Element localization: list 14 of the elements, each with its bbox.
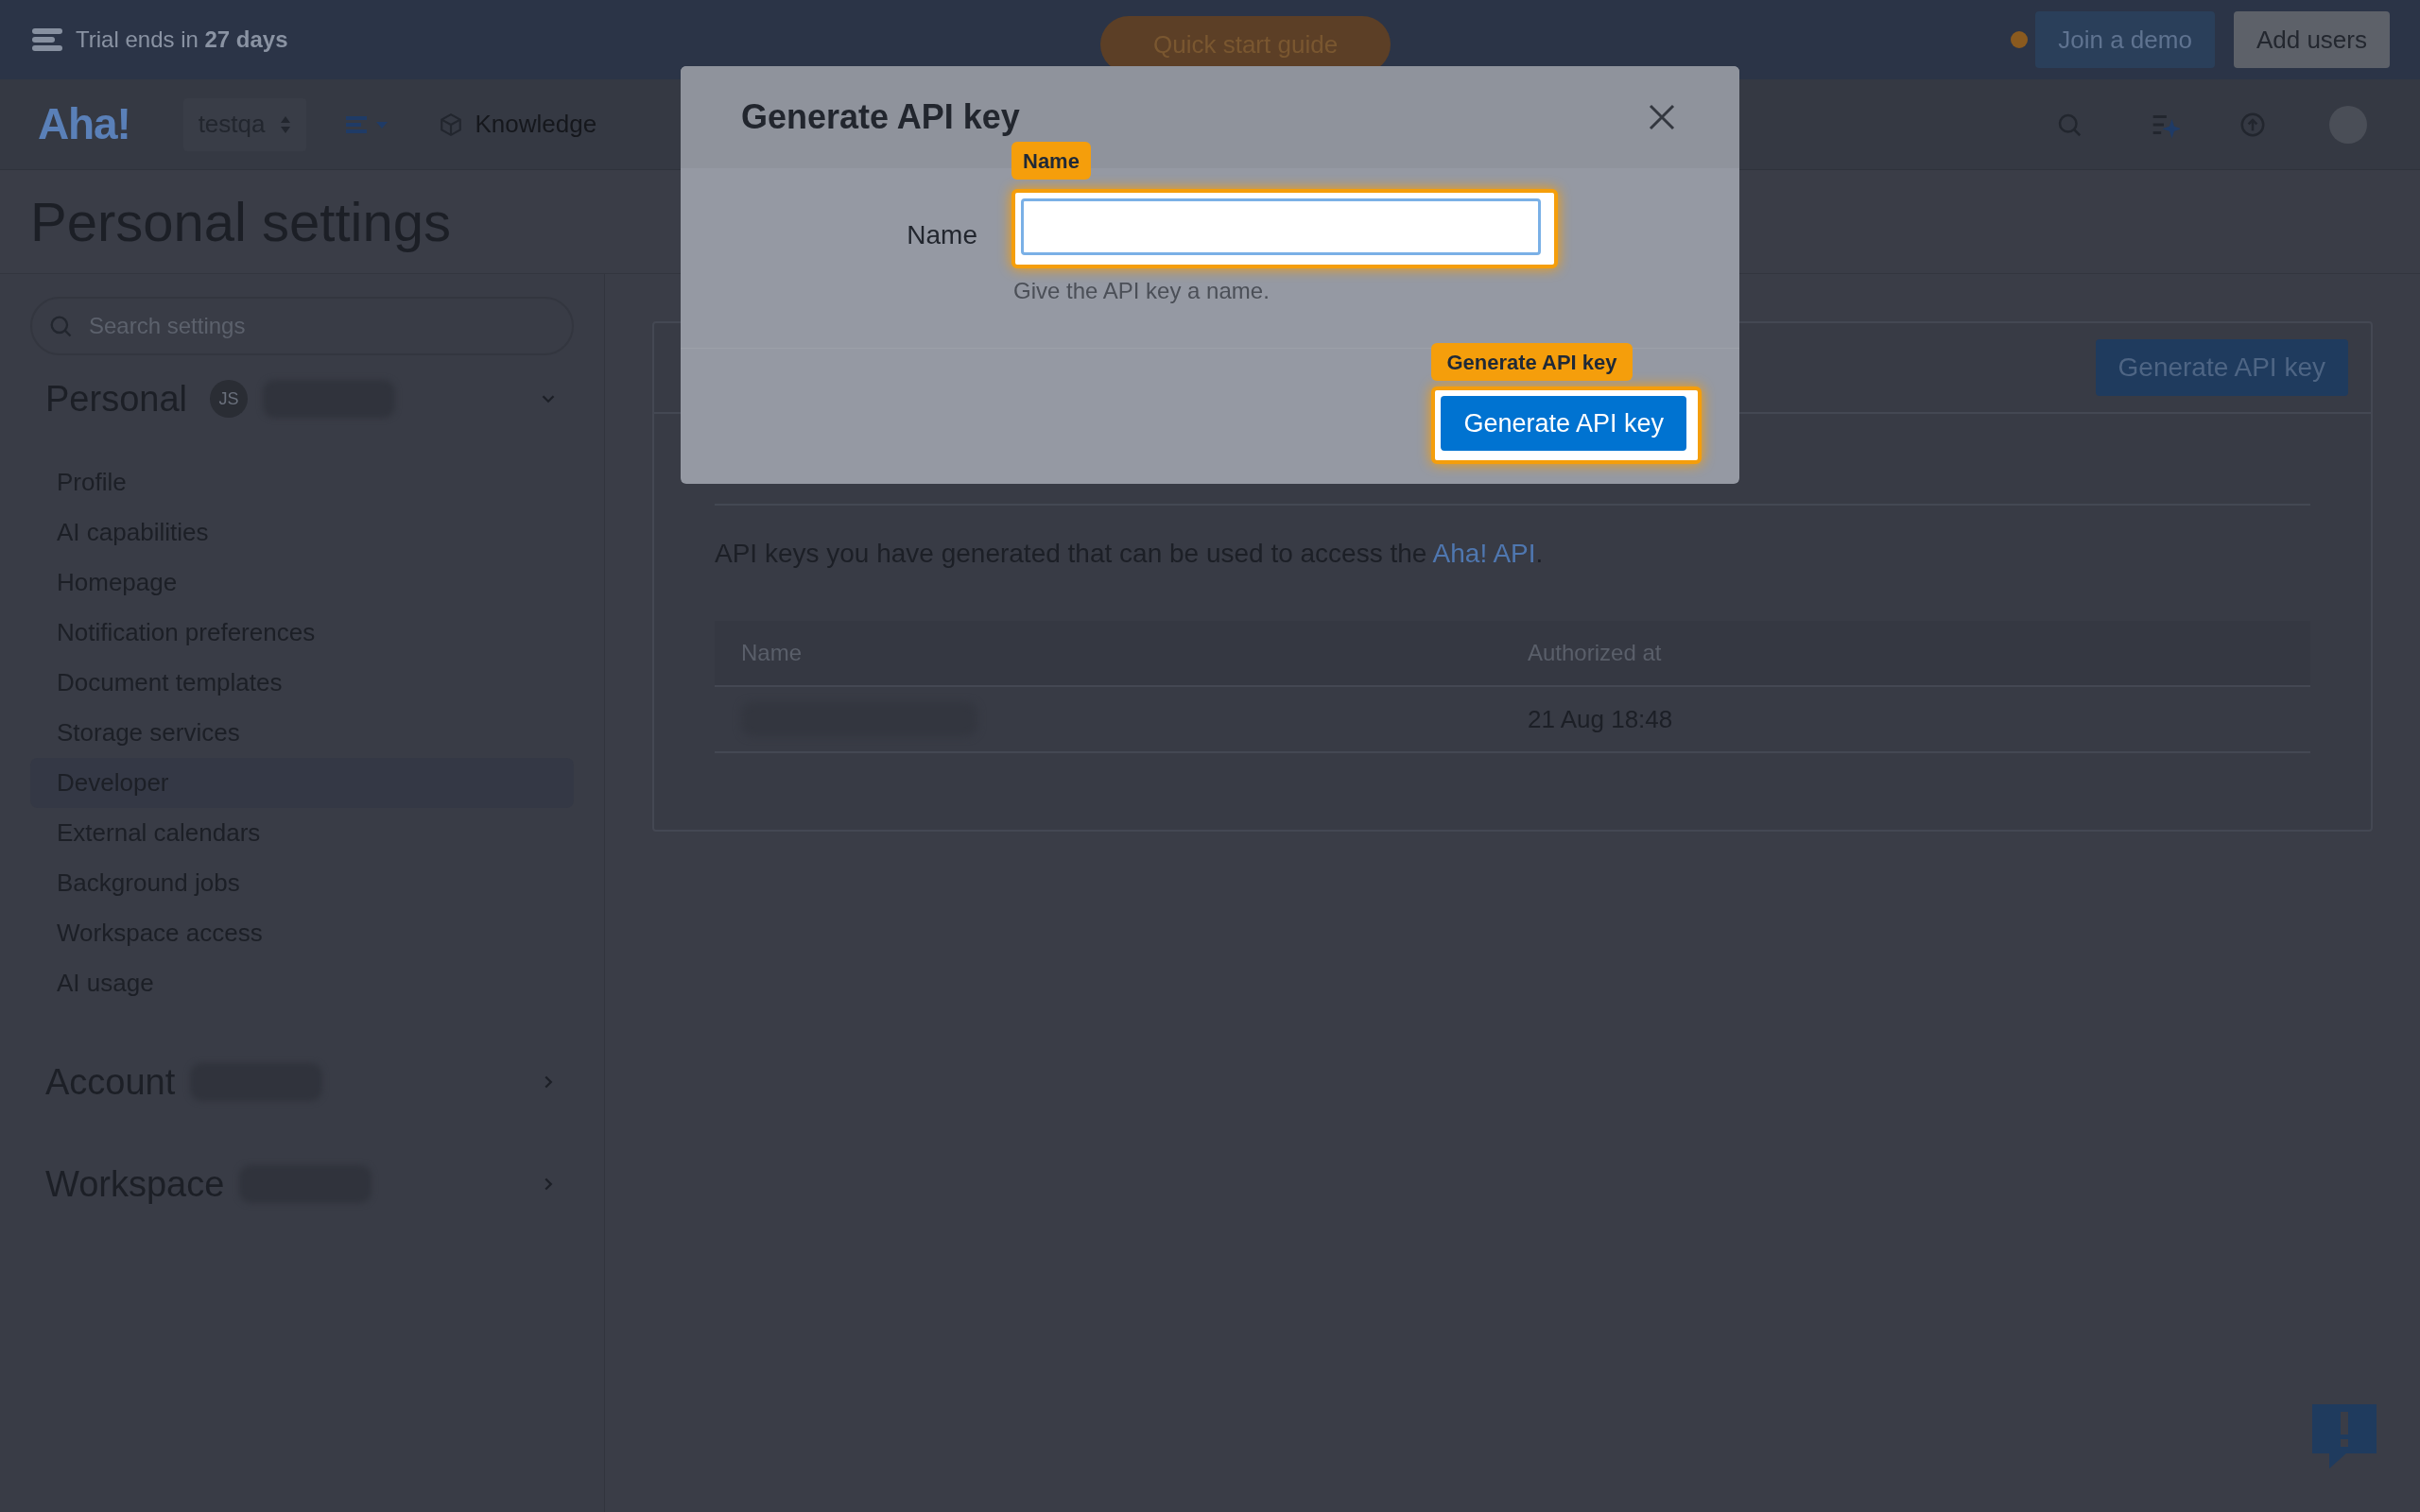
api-link[interactable]: Aha! API [1432,539,1536,568]
logo[interactable]: Aha! [38,92,130,157]
sort-icon [280,114,292,134]
hint-text: Give the API key a name. [1013,277,1270,305]
add-users-button[interactable]: Add users [2233,11,2390,68]
avatar: JS [210,380,248,418]
annotation-tag: Generate API key [1431,343,1633,381]
trial-text: Trial ends in 27 days [76,26,289,54]
menu-icon[interactable] [30,26,64,54]
submit-button[interactable]: Generate API key [1441,396,1686,451]
name-input[interactable] [1021,198,1541,255]
field-label: Name [906,219,978,251]
annotation-tag: Name [1011,142,1091,180]
modal-title: Generate API key [741,96,1020,138]
